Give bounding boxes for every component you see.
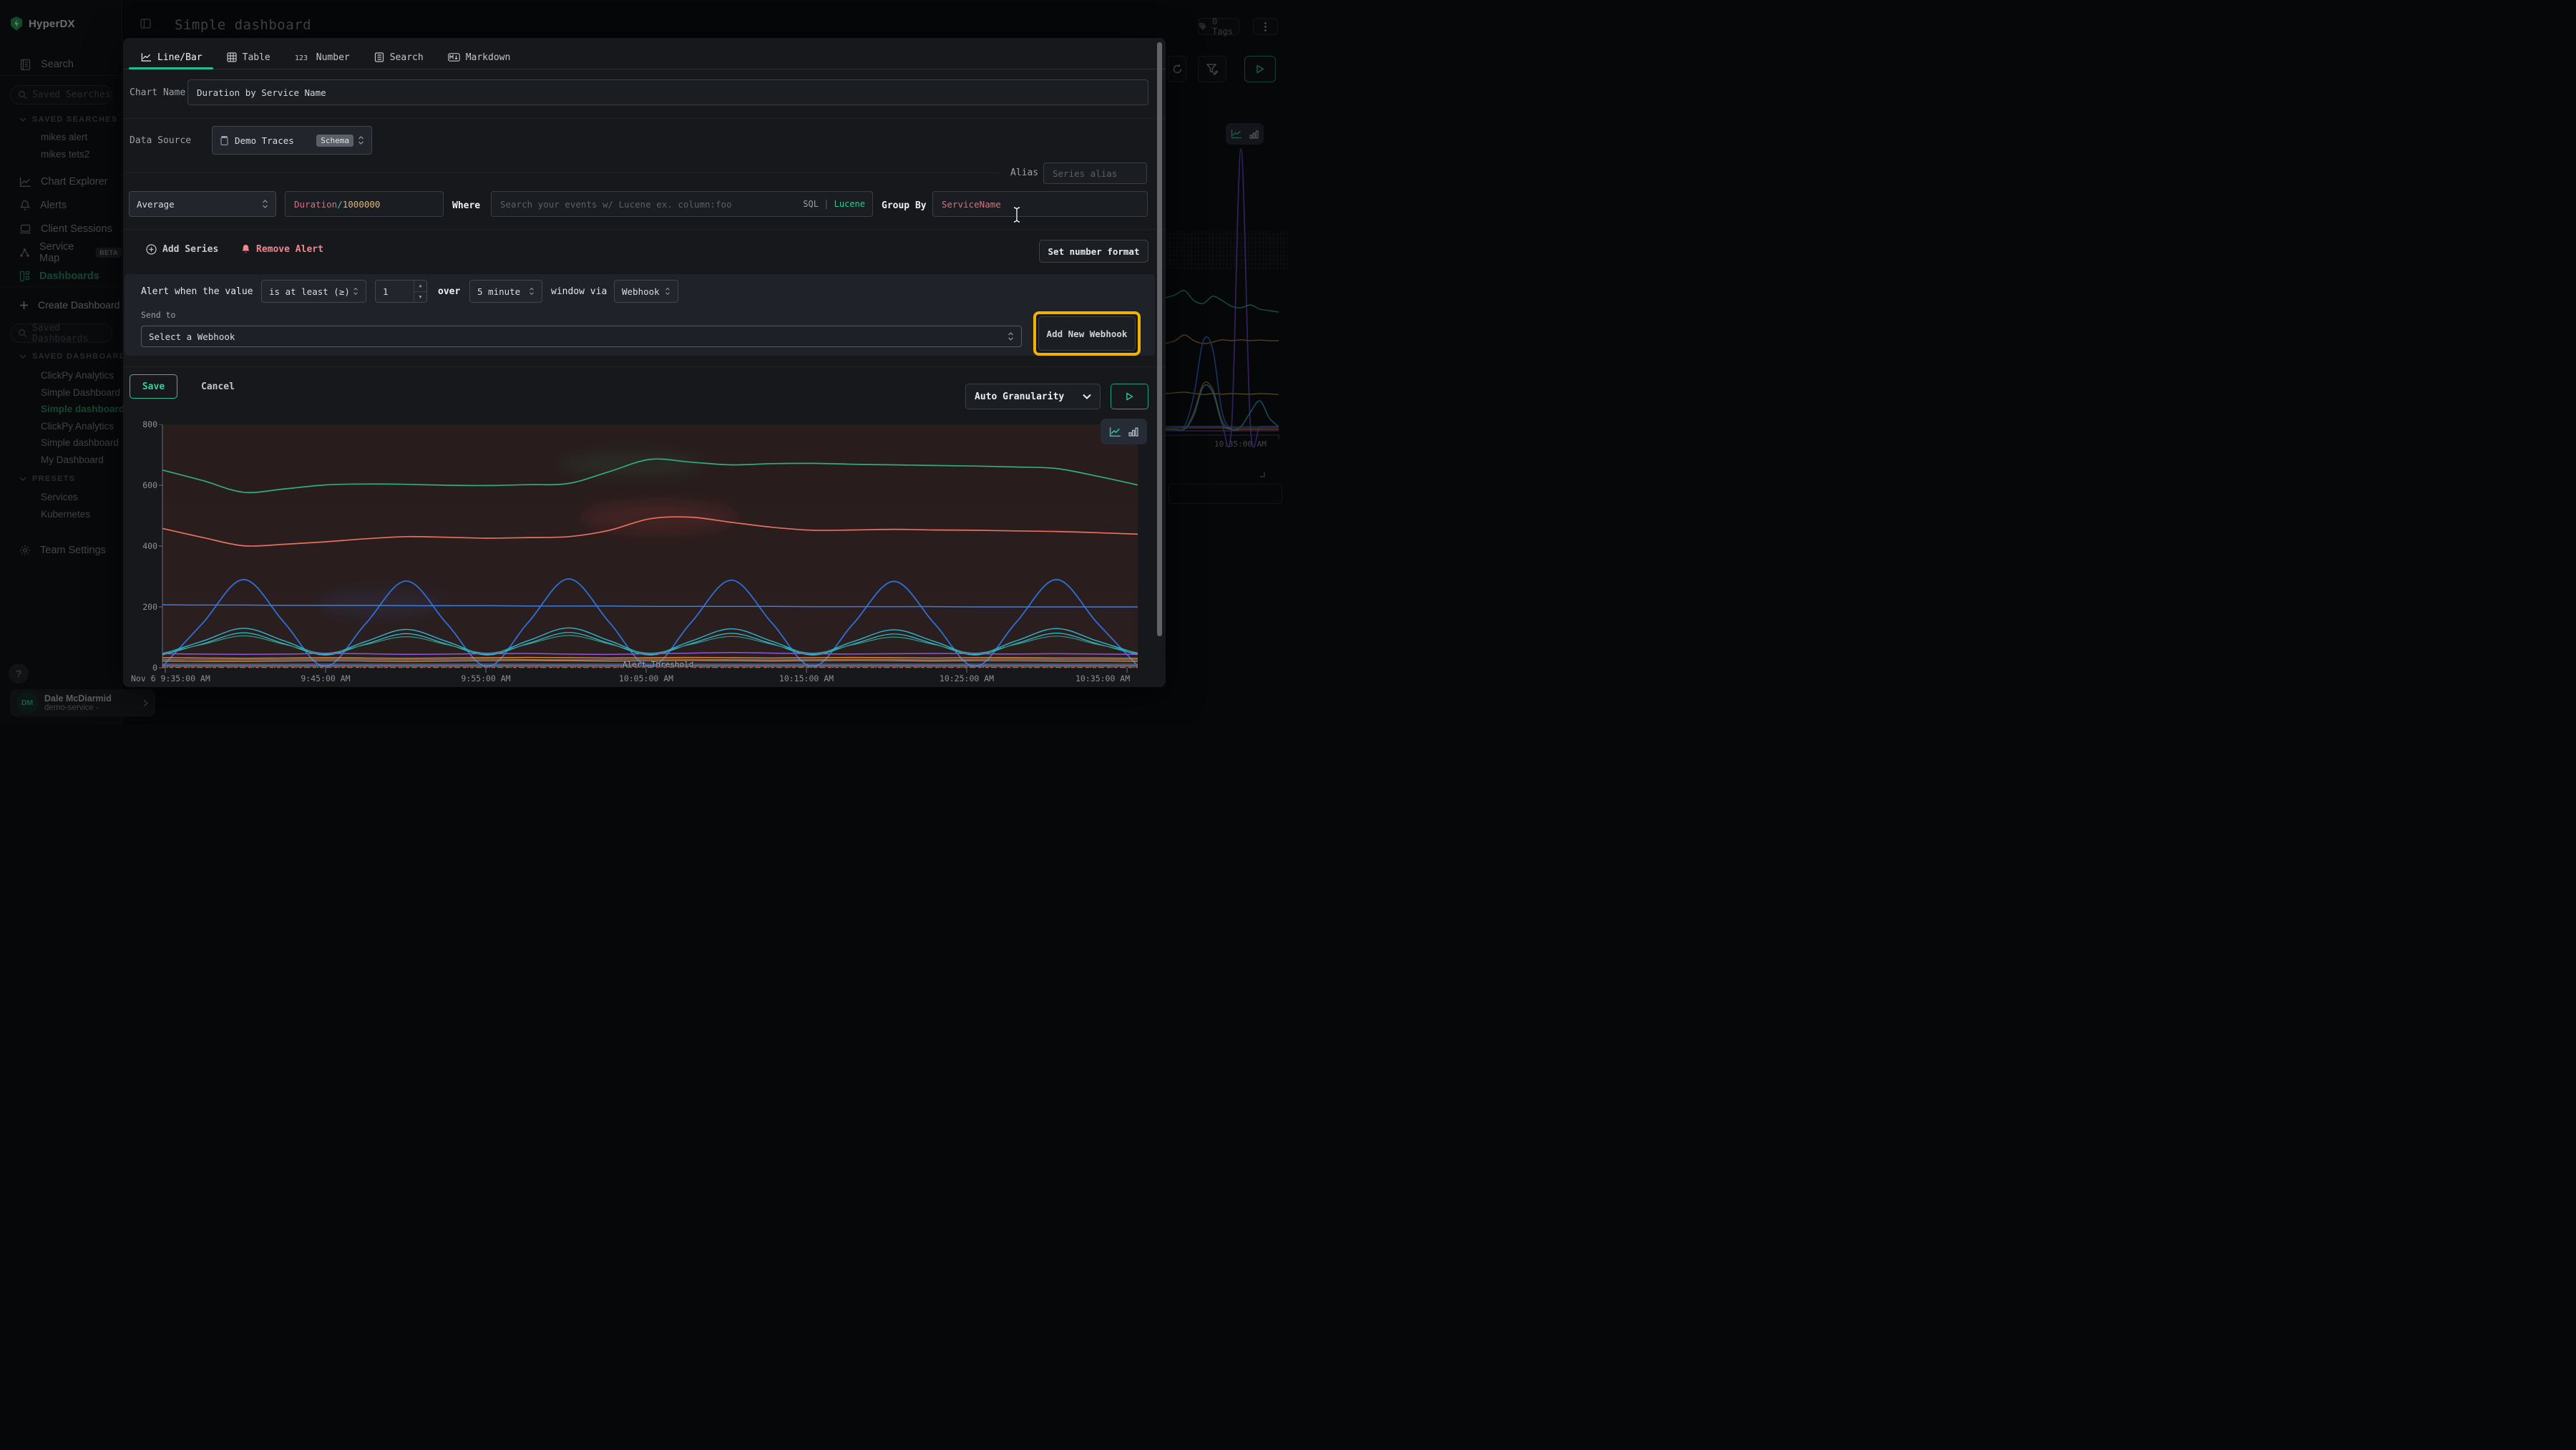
series-service-cyan-2	[162, 633, 1138, 655]
alert-window-select[interactable]: 5 minute	[469, 280, 542, 303]
circle-plus-icon	[146, 244, 157, 255]
y-tick-label: 600	[129, 480, 157, 490]
webhook-select[interactable]: Select a Webhook	[141, 326, 1022, 347]
alert-threshold-stepper[interactable]: 1 ▲▼	[375, 280, 427, 303]
x-tick-label: 10:05:00 AM	[619, 673, 673, 683]
send-to-label: Send to	[141, 310, 175, 320]
app-window: HyperDX Search Saved Searches SAVED SEAR…	[0, 0, 1288, 725]
tab-markdown[interactable]: Markdown	[436, 45, 523, 69]
chevron-updown-icon	[529, 287, 535, 296]
alert-condition-select[interactable]: is at least (≥)	[261, 280, 366, 303]
markdown-icon	[448, 53, 460, 62]
svg-text:123: 123	[295, 54, 308, 62]
line-chart-icon	[141, 52, 152, 62]
x-tick-label: 10:15:00 AM	[779, 673, 834, 683]
alert-threshold-label: Alert Threshold	[623, 660, 693, 669]
cancel-button[interactable]: Cancel	[191, 374, 245, 399]
chart-name-input[interactable]	[188, 87, 1148, 98]
onetwothree-icon: 123	[295, 53, 311, 62]
bell-icon	[241, 244, 250, 255]
lucene-toggle[interactable]: Lucene	[834, 199, 865, 209]
save-button[interactable]: Save	[130, 374, 177, 399]
y-tick-label: 400	[129, 541, 157, 551]
field-token-number: 1000000	[343, 199, 381, 210]
modal-divider	[123, 366, 1166, 367]
alias-field[interactable]	[1043, 162, 1147, 184]
series-service-blue-flat	[162, 605, 1138, 607]
tab-line-bar[interactable]: Line/Bar	[129, 45, 215, 69]
series-service-teal	[162, 636, 1138, 653]
add-new-webhook-highlight: Add New Webhook	[1033, 311, 1141, 356]
database-icon	[220, 135, 229, 146]
over-label: over	[438, 286, 460, 297]
chart-type-tabs: Line/BarTable123NumberSearchMarkdown	[129, 45, 522, 69]
sql-lucene-pipe: |	[824, 199, 829, 209]
chart-preview	[158, 424, 1146, 678]
aggregation-value: Average	[137, 199, 175, 210]
chevron-updown-icon	[358, 135, 364, 145]
chevron-updown-icon	[353, 287, 358, 296]
chevron-updown-icon	[262, 199, 268, 209]
group-by-label: Group By	[882, 200, 927, 211]
series-service-cyan-1	[162, 628, 1138, 654]
table-icon	[227, 52, 237, 62]
schema-badge: Schema	[316, 135, 353, 147]
alert-channel-select[interactable]: Webhook	[614, 280, 678, 303]
group-by-value: ServiceName	[942, 199, 1001, 210]
y-tick-label: 800	[129, 419, 157, 429]
data-source-value: Demo Traces	[235, 135, 294, 146]
add-new-webhook-button[interactable]: Add New Webhook	[1038, 316, 1136, 351]
tab-search[interactable]: Search	[362, 45, 436, 69]
data-source-label: Data Source	[130, 135, 191, 146]
chart-name-field[interactable]	[187, 79, 1148, 105]
where-label: Where	[452, 200, 480, 211]
series-divider	[125, 172, 999, 173]
x-tick-label: 9:55:00 AM	[461, 673, 510, 683]
alert-lead-label: Alert when the value	[141, 286, 253, 297]
tab-number[interactable]: 123Number	[283, 45, 362, 69]
edit-chart-modal: Line/BarTable123NumberSearchMarkdown Cha…	[123, 38, 1166, 687]
add-series-button[interactable]: Add Series	[146, 244, 218, 255]
active-tab-underline	[129, 67, 213, 69]
granularity-select[interactable]: Auto Granularity	[965, 384, 1101, 409]
modal-divider	[123, 118, 1166, 119]
x-tick-label: Nov 6 9:35:00 AM	[131, 673, 210, 683]
group-by-field[interactable]: ServiceName	[932, 191, 1148, 217]
alert-threshold-value: 1	[376, 286, 389, 297]
chevron-down-icon	[1083, 394, 1091, 399]
field-expression-input[interactable]: Duration/1000000	[285, 191, 444, 217]
data-source-select[interactable]: Demo Traces Schema	[212, 126, 372, 155]
play-icon	[1126, 392, 1133, 401]
aggregation-select[interactable]: Average	[129, 191, 276, 217]
stepper-up-icon: ▲	[414, 281, 426, 292]
window-via-label: window via	[551, 286, 607, 297]
y-tick-label: 0	[129, 663, 157, 673]
remove-alert-button[interactable]: Remove Alert	[241, 244, 323, 255]
modal-divider	[123, 229, 1166, 230]
preview-run-button[interactable]	[1111, 384, 1148, 409]
sql-toggle[interactable]: SQL	[803, 199, 819, 209]
chart-name-label: Chart Name	[130, 87, 185, 98]
stepper-buttons[interactable]: ▲▼	[414, 281, 426, 302]
alias-label: Alias	[1010, 167, 1038, 178]
list-icon	[374, 52, 384, 62]
stepper-down-icon: ▼	[414, 292, 426, 303]
chevron-updown-icon	[1008, 331, 1014, 341]
modal-scrollbar[interactable]	[1157, 42, 1162, 636]
mouse-cursor-ibeam	[1012, 206, 1022, 226]
x-tick-label: 10:25:00 AM	[940, 673, 994, 683]
set-number-format-button[interactable]: Set number format	[1039, 240, 1148, 263]
where-search-field[interactable]: SQL | Lucene	[491, 191, 873, 217]
field-token-duration: Duration	[294, 199, 337, 210]
y-tick-label: 200	[129, 602, 157, 612]
tab-table[interactable]: Table	[215, 45, 283, 69]
where-search-input[interactable]	[492, 199, 803, 210]
chevron-updown-icon	[665, 287, 670, 296]
x-tick-label: 10:35:00 AM	[1075, 673, 1130, 683]
field-token-slash: /	[337, 199, 343, 210]
alias-input[interactable]	[1044, 168, 1146, 179]
x-tick-label: 9:45:00 AM	[301, 673, 350, 683]
